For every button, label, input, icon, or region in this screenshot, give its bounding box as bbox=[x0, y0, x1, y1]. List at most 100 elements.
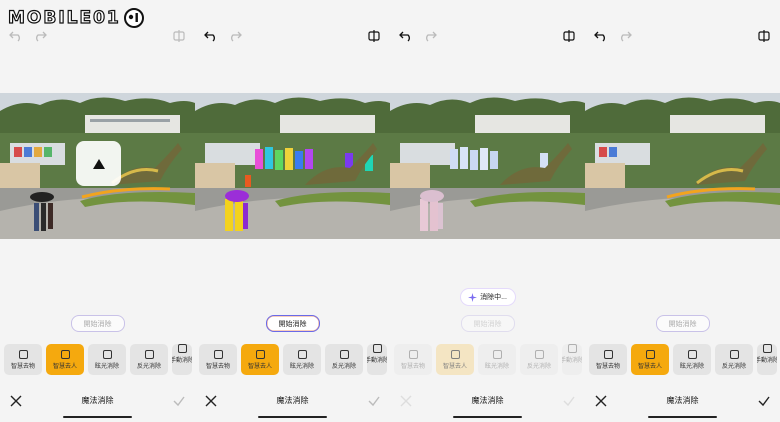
bottom-bar: 魔法消除 bbox=[195, 392, 390, 410]
erase-object-icon bbox=[408, 349, 418, 359]
tool-label: 反光消除 bbox=[526, 363, 551, 370]
manual-erase-icon bbox=[177, 344, 187, 353]
mobile01-watermark: MOBILE01 bbox=[7, 4, 145, 32]
tool-label: 反光消除 bbox=[331, 363, 356, 370]
confirm-icon[interactable] bbox=[173, 394, 185, 407]
tool-label: 手動消除 bbox=[562, 358, 582, 364]
start-removal-button[interactable]: 開始消除 bbox=[70, 315, 125, 332]
panel-2: 開始消除 智慧去物 智慧去人 眩光消除 反光消除 手動消除 魔法消除 bbox=[195, 0, 390, 422]
confirm-icon[interactable] bbox=[758, 394, 770, 407]
reflection-icon bbox=[339, 349, 349, 359]
park-photo-highlighted[interactable] bbox=[195, 93, 390, 239]
glare-icon bbox=[102, 349, 112, 359]
tool-label: 反光消除 bbox=[721, 363, 746, 370]
tool-reflection: 反光消除 bbox=[520, 344, 558, 375]
erase-person-icon bbox=[60, 349, 70, 359]
tool-erase-person[interactable]: 智慧去人 bbox=[631, 344, 669, 375]
erase-object-icon bbox=[213, 349, 223, 359]
home-indicator bbox=[648, 416, 717, 418]
removing-progress: 消除中... bbox=[459, 288, 516, 306]
tool-erase-object[interactable]: 智慧去物 bbox=[199, 344, 237, 375]
tool-label: 手動消除 bbox=[757, 358, 777, 364]
glare-icon bbox=[687, 349, 697, 359]
tool-reflection[interactable]: 反光消除 bbox=[130, 344, 168, 375]
undo-icon[interactable] bbox=[203, 28, 219, 44]
tool-label: 智慧去人 bbox=[637, 363, 662, 370]
tool-label: 智慧去物 bbox=[400, 363, 425, 370]
manual-erase-icon bbox=[567, 344, 577, 353]
watermark-text: MOBILE01 bbox=[7, 7, 121, 28]
glare-icon bbox=[297, 349, 307, 359]
erase-object-icon bbox=[603, 349, 613, 359]
tool-erase-person[interactable]: 智慧去人 bbox=[241, 344, 279, 375]
compare-icon[interactable] bbox=[756, 28, 772, 44]
confirm-icon[interactable] bbox=[368, 394, 380, 407]
tool-glare[interactable]: 眩光消除 bbox=[283, 344, 321, 375]
erase-person-icon bbox=[255, 349, 265, 359]
tool-reflection[interactable]: 反光消除 bbox=[325, 344, 363, 375]
ai-sparkle-icon bbox=[468, 292, 478, 302]
tool-erase-person[interactable]: 智慧去人 bbox=[46, 344, 84, 375]
tool-label: 智慧去人 bbox=[442, 363, 467, 370]
tool-manual-erase[interactable]: 手動消除 bbox=[757, 344, 777, 375]
tool-manual-erase[interactable]: 手動消除 bbox=[367, 344, 387, 375]
tool-label: 眩光消除 bbox=[94, 363, 119, 370]
mobile01-logo-icon bbox=[123, 8, 144, 28]
tool-label: 眩光消除 bbox=[484, 363, 509, 370]
start-removal-button: 開始消除 bbox=[460, 315, 515, 332]
play-icon bbox=[92, 158, 105, 169]
undo-icon[interactable] bbox=[593, 28, 609, 44]
play-button[interactable] bbox=[76, 141, 121, 186]
tool-manual-erase[interactable]: 手動消除 bbox=[172, 344, 192, 375]
tool-row: 智慧去物 智慧去人 眩光消除 反光消除 手動消除 bbox=[4, 344, 192, 375]
tool-erase-object[interactable]: 智慧去物 bbox=[589, 344, 627, 375]
removing-label: 消除中... bbox=[480, 294, 507, 301]
home-indicator bbox=[258, 416, 327, 418]
tool-glare: 眩光消除 bbox=[478, 344, 516, 375]
tool-glare[interactable]: 眩光消除 bbox=[88, 344, 126, 375]
reflection-icon bbox=[534, 349, 544, 359]
mode-title: 魔法消除 bbox=[471, 396, 504, 405]
redo-icon[interactable] bbox=[617, 28, 633, 44]
compare-icon[interactable] bbox=[171, 28, 187, 44]
erase-object-icon bbox=[18, 349, 28, 359]
bottom-bar: 魔法消除 bbox=[0, 392, 195, 410]
reflection-icon bbox=[729, 349, 739, 359]
home-indicator bbox=[453, 416, 522, 418]
tool-erase-person: 智慧去人 bbox=[436, 344, 474, 375]
tool-row: 智慧去物 智慧去人 眩光消除 反光消除 手動消除 bbox=[199, 344, 387, 375]
redo-icon[interactable] bbox=[422, 28, 438, 44]
tool-label: 智慧去人 bbox=[247, 363, 272, 370]
tool-erase-object[interactable]: 智慧去物 bbox=[4, 344, 42, 375]
start-removal-button[interactable]: 開始消除 bbox=[655, 315, 710, 332]
mode-title: 魔法消除 bbox=[81, 396, 114, 405]
tool-label: 眩光消除 bbox=[289, 363, 314, 370]
glare-icon bbox=[492, 349, 502, 359]
tool-label: 智慧去人 bbox=[52, 363, 77, 370]
undo-icon[interactable] bbox=[398, 28, 414, 44]
compare-icon[interactable] bbox=[561, 28, 577, 44]
top-toolbar bbox=[390, 28, 585, 48]
bottom-bar: 魔法消除 bbox=[585, 392, 780, 410]
erase-person-icon bbox=[450, 349, 460, 359]
erase-person-icon bbox=[645, 349, 655, 359]
park-photo-processing bbox=[390, 93, 585, 239]
park-photo-result[interactable] bbox=[585, 93, 780, 239]
tool-label: 眩光消除 bbox=[679, 363, 704, 370]
tool-glare[interactable]: 眩光消除 bbox=[673, 344, 711, 375]
top-toolbar bbox=[585, 28, 780, 48]
manual-erase-icon bbox=[762, 344, 772, 353]
panel-4: 開始消除 智慧去物 智慧去人 眩光消除 反光消除 手動消除 魔法消除 bbox=[585, 0, 780, 422]
manual-erase-icon bbox=[372, 344, 382, 353]
tool-label: 智慧去物 bbox=[595, 363, 620, 370]
home-indicator bbox=[63, 416, 132, 418]
reflection-icon bbox=[144, 349, 154, 359]
redo-icon[interactable] bbox=[227, 28, 243, 44]
tool-label: 手動消除 bbox=[367, 358, 387, 364]
tool-reflection[interactable]: 反光消除 bbox=[715, 344, 753, 375]
tool-label: 智慧去物 bbox=[205, 363, 230, 370]
compare-icon[interactable] bbox=[366, 28, 382, 44]
top-toolbar bbox=[195, 28, 390, 48]
tool-label: 反光消除 bbox=[136, 363, 161, 370]
start-removal-button[interactable]: 開始消除 bbox=[265, 315, 320, 332]
